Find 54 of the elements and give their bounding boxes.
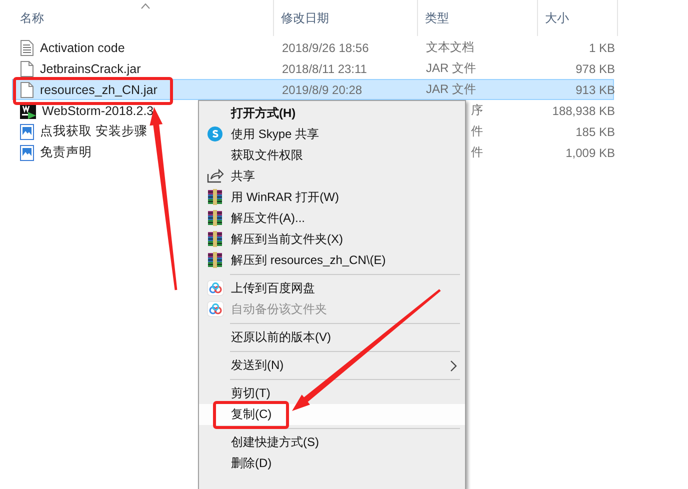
cloud-icon	[207, 280, 224, 296]
cloud-icon	[207, 301, 224, 317]
archive-icon	[207, 252, 223, 268]
archive-icon	[207, 231, 223, 247]
column-header[interactable]: 大小	[545, 10, 569, 26]
menu-item[interactable]: 解压文件(A)...	[231, 210, 305, 227]
column-header[interactable]: 修改日期	[281, 10, 329, 26]
menu-item[interactable]: 使用 Skype 共享	[231, 126, 320, 143]
type-cell-text: 文本文档	[425, 39, 475, 56]
image-file-icon	[20, 144, 34, 160]
file-name: 点我获取 安装步骤	[40, 123, 148, 140]
image-file-icon	[20, 124, 34, 140]
menu-item[interactable]: 创建快捷方式(S)	[231, 434, 319, 451]
archive-icon	[207, 210, 223, 226]
type-cell-text: JAR 文件	[425, 81, 478, 98]
size-cell-text: 978 KB	[574, 62, 616, 76]
file-name: resources_zh_CN.jar	[40, 82, 158, 96]
menu-item[interactable]: 还原以前的版本(V)	[231, 329, 331, 346]
menu-item[interactable]: 复制(C)	[231, 406, 272, 423]
size-cell-text: 1 KB	[588, 40, 616, 54]
menu-item[interactable]: 剪切(T)	[231, 385, 270, 402]
column-header[interactable]: 名称	[20, 10, 44, 26]
menu-item[interactable]: 删除(D)	[231, 455, 272, 472]
file-row[interactable]: resources_zh_CN.jar 2019/8/9 20:28 JAR 文件 913 KB	[12, 79, 614, 100]
size-cell-text: 913 KB	[574, 82, 616, 96]
share-icon	[207, 168, 224, 183]
file-name: JetbrainsCrack.jar	[40, 62, 141, 76]
type-cell-text: 序	[470, 102, 484, 119]
type-cell-text: 件	[470, 144, 484, 161]
file-name: WebStorm-2018.2.3	[42, 104, 154, 118]
size-cell-text: 1,009 KB	[564, 146, 616, 160]
size-cell-text: 188,938 KB	[551, 104, 616, 118]
file-icon	[20, 82, 34, 98]
menu-item[interactable]: 打开方式(H)	[231, 105, 296, 122]
date-cell-text: 2018/8/11 23:11	[281, 62, 368, 76]
file-icon	[20, 60, 34, 76]
file-name: Activation code	[40, 40, 125, 54]
type-cell-text: 件	[470, 123, 484, 140]
menu-item[interactable]: 获取文件权限	[231, 147, 303, 164]
date-cell-text: 2018/9/26 18:56	[281, 40, 370, 54]
type-cell-text: JAR 文件	[425, 60, 478, 77]
archive-icon	[207, 189, 223, 205]
menu-item[interactable]: 共享	[231, 168, 255, 185]
file-name: 免责声明	[40, 144, 92, 161]
date-cell-text: 2019/8/9 20:28	[281, 82, 364, 96]
menu-item[interactable]: 发送到(N)	[231, 357, 284, 374]
text-file-icon	[20, 40, 34, 56]
size-cell-text: 185 KB	[574, 124, 616, 138]
skype-icon	[207, 126, 223, 142]
menu-item[interactable]: 解压到当前文件夹(X)	[231, 231, 343, 248]
menu-item[interactable]: 用 WinRAR 打开(W)	[231, 189, 339, 206]
column-header[interactable]: 类型	[425, 10, 449, 26]
menu-item[interactable]: 解压到 resources_zh_CN\(E)	[231, 252, 386, 269]
menu-item[interactable]: 上传到百度网盘	[231, 280, 315, 297]
